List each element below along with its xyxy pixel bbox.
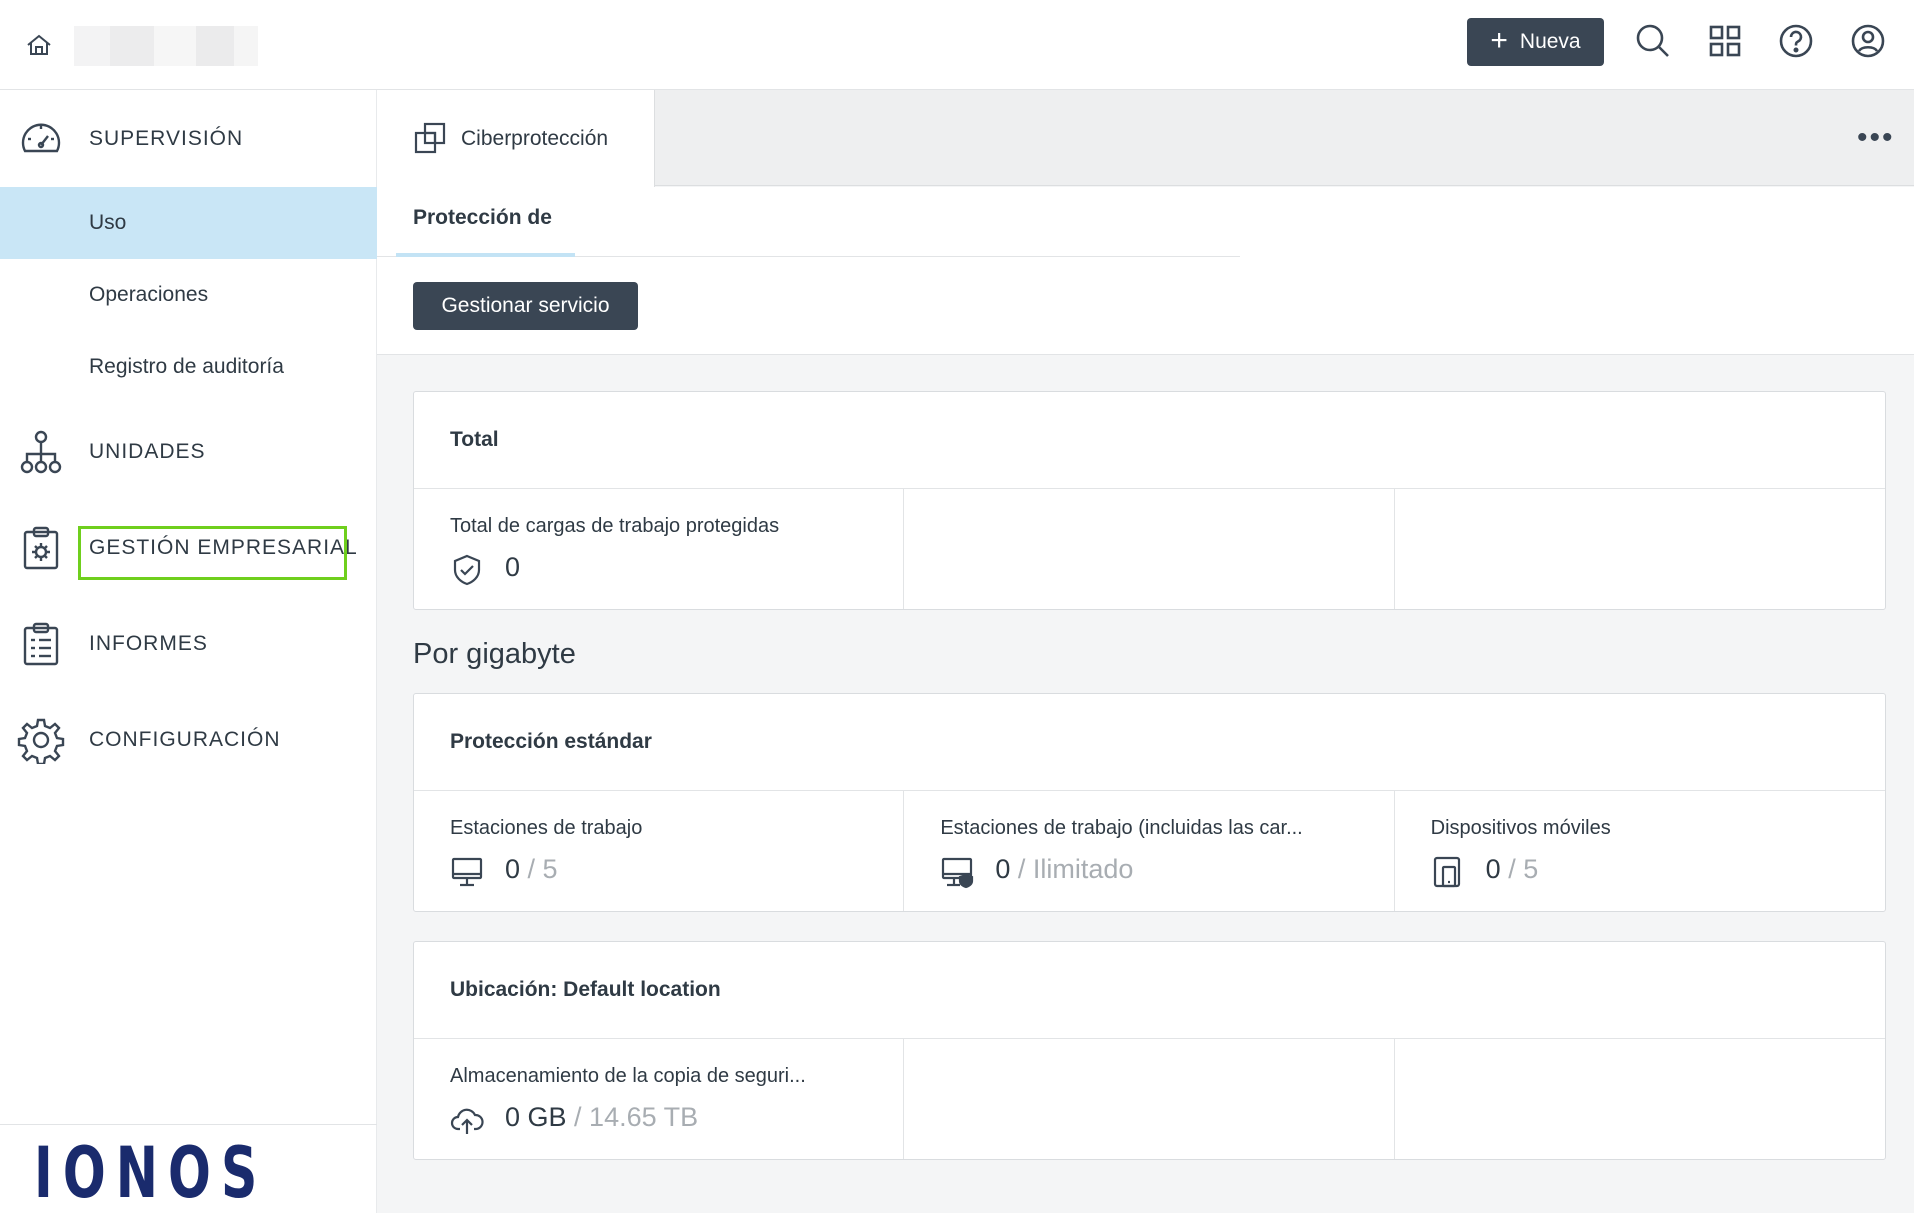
help-icon[interactable] <box>1777 22 1815 60</box>
user-account-icon[interactable] <box>1849 22 1887 60</box>
metric-value: 0 GB / 14.65 TB <box>505 1102 698 1133</box>
sidebar-item-label: Registro de auditoría <box>89 355 284 378</box>
highlight-box <box>78 526 347 580</box>
sidebar-item-label: Operaciones <box>89 283 209 306</box>
metric-cell: Dispositivos móviles 0 / 5 <box>1395 791 1885 911</box>
metric-limit: / Ilimitado <box>1017 854 1134 884</box>
metric-cell: Total de cargas de trabajo protegidas 0 <box>414 489 905 609</box>
section-title-per-gigabyte: Por gigabyte <box>413 638 576 670</box>
subtab-active-indicator <box>396 253 575 257</box>
card-standard-protection: Protección estándar Estaciones de trabaj… <box>413 693 1886 912</box>
sidebar-divider <box>0 1124 377 1125</box>
card-title: Ubicación: Default location <box>414 942 1885 1039</box>
nav-configuracion-label: CONFIGURACIÓN <box>89 728 281 751</box>
top-bar: + Nueva <box>0 0 1914 90</box>
metric-cell: Estaciones de trabajo 0 / 5 <box>414 791 905 911</box>
metric-limit: / 5 <box>1508 854 1539 884</box>
metric-value: 0 <box>505 552 520 583</box>
shield-check-icon <box>453 554 481 586</box>
apps-grid-icon[interactable] <box>1706 22 1744 60</box>
metric-label: Estaciones de trabajo <box>450 817 643 839</box>
account-name-blurred <box>74 26 258 66</box>
sidebar-item-label: Uso <box>89 211 127 234</box>
nav-unidades-label: UNIDADES <box>89 440 206 463</box>
empty-cell <box>1395 1039 1885 1159</box>
empty-cell <box>904 1039 1395 1159</box>
cloud-upload-icon <box>450 1108 484 1134</box>
gear-icon <box>17 718 65 764</box>
sidebar-item-operaciones[interactable]: Operaciones <box>0 259 377 331</box>
metric-cell: Estaciones de trabajo (incluidas las car… <box>904 791 1395 911</box>
mobile-devices-icon <box>1433 856 1460 888</box>
ionos-logo: IONOS <box>34 1132 268 1213</box>
card-title: Protección estándar <box>414 694 1885 791</box>
clipboard-gear-icon <box>23 526 59 570</box>
metric-label: Estaciones de trabajo (incluidas las car… <box>940 817 1303 839</box>
nav-informes-label: INFORMES <box>89 632 208 655</box>
home-icon[interactable] <box>26 33 52 57</box>
sidebar: SUPERVISIÓN Uso Operaciones Registro de … <box>0 90 377 1213</box>
more-options-icon[interactable]: ••• <box>1857 123 1895 153</box>
tab-bar: Ciberprotección <box>377 90 1914 187</box>
tab-ciberproteccion[interactable]: Ciberprotección <box>377 90 655 187</box>
metric-limit: / 14.65 TB <box>574 1102 699 1132</box>
metric-current: 0 <box>505 552 521 582</box>
empty-cell <box>1395 489 1885 609</box>
speedometer-icon <box>21 123 61 153</box>
metric-current: 0 <box>505 854 521 884</box>
hierarchy-icon <box>20 430 62 474</box>
nav-supervision-label: SUPERVISIÓN <box>89 127 244 150</box>
metric-label: Dispositivos móviles <box>1430 817 1611 839</box>
metric-current: 0 GB <box>505 1102 567 1132</box>
metric-current: 0 <box>995 854 1011 884</box>
metric-value: 0 / 5 <box>505 854 558 885</box>
sidebar-item-uso[interactable]: Uso <box>0 187 377 259</box>
nav-supervision[interactable]: SUPERVISIÓN <box>0 104 377 174</box>
metric-label: Almacenamiento de la copia de seguri... <box>450 1065 806 1087</box>
desktop-icon <box>451 857 483 887</box>
card-total: Total Total de cargas de trabajo protegi… <box>413 391 1886 610</box>
subtab-proteccion[interactable]: Protección de <box>413 206 552 230</box>
nav-unidades[interactable]: UNIDADES <box>0 417 377 487</box>
card-title: Total <box>414 392 1885 489</box>
empty-cell <box>904 489 1395 609</box>
metric-label: Total de cargas de trabajo protegidas <box>450 515 780 537</box>
new-button[interactable]: + Nueva <box>1467 18 1604 66</box>
desktop-shield-icon <box>942 857 974 889</box>
metric-limit: / 5 <box>527 854 558 884</box>
search-icon[interactable] <box>1634 22 1672 60</box>
nav-informes[interactable]: INFORMES <box>0 609 377 679</box>
plus-icon: + <box>1490 23 1508 57</box>
report-icon <box>23 622 59 666</box>
copy-squares-icon <box>414 122 446 154</box>
metric-cell: Almacenamiento de la copia de seguri... … <box>414 1039 905 1159</box>
nav-configuracion[interactable]: CONFIGURACIÓN <box>0 705 377 775</box>
metric-value: 0 / Ilimitado <box>995 854 1133 885</box>
metric-current: 0 <box>1485 854 1501 884</box>
card-location: Ubicación: Default location Almacenamien… <box>413 941 1886 1160</box>
new-button-label: Nueva <box>1519 30 1581 53</box>
metric-value: 0 / 5 <box>1486 854 1539 885</box>
tab-label: Ciberprotección <box>461 126 609 150</box>
sidebar-item-registro-auditoria[interactable]: Registro de auditoría <box>0 331 377 403</box>
manage-service-button[interactable]: Gestionar servicio <box>413 282 638 330</box>
